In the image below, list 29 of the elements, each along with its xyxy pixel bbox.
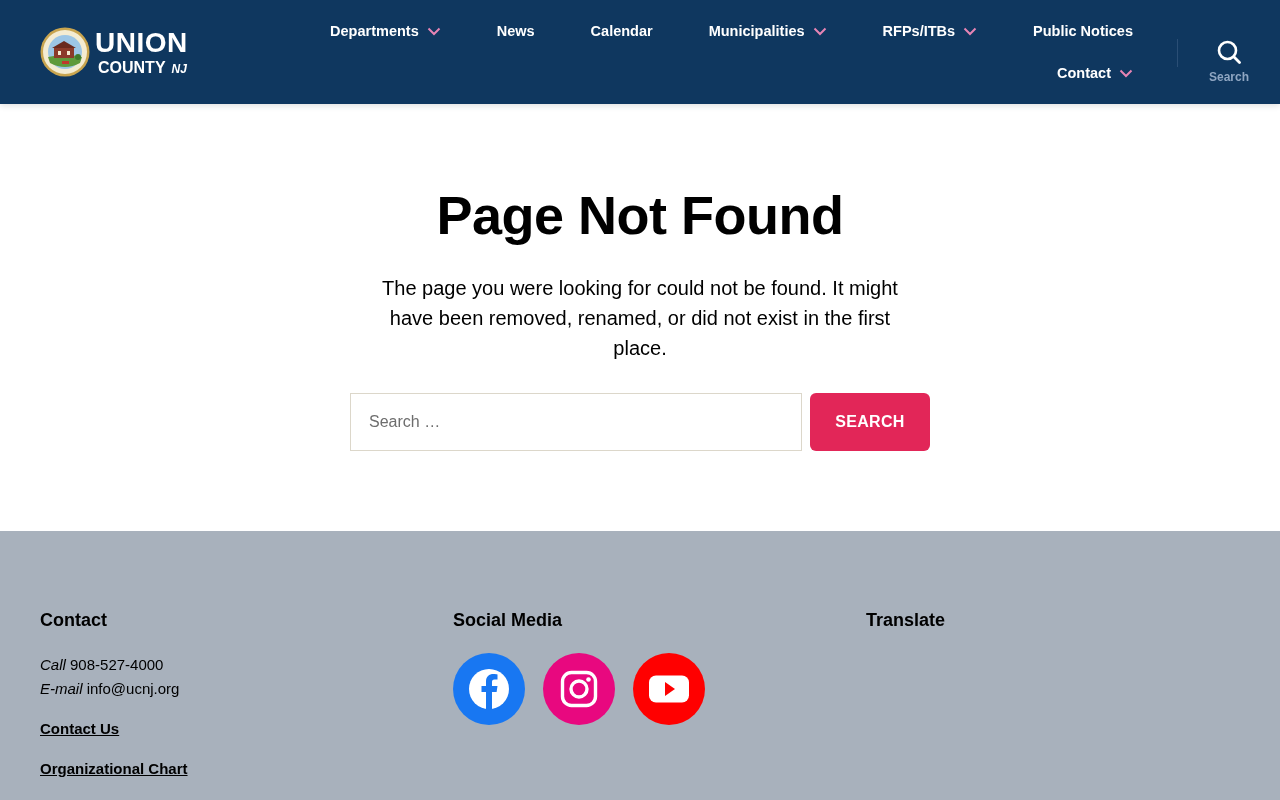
chevron-down-icon[interactable] bbox=[812, 26, 827, 36]
footer-link[interactable]: Organizational Chart bbox=[40, 757, 188, 781]
search-icon bbox=[1217, 40, 1241, 64]
home-link[interactable]: UNION COUNTY NJ bbox=[40, 27, 188, 77]
contact-line: Call 908-527-4000 bbox=[40, 655, 165, 675]
footer-heading: Contact bbox=[40, 609, 107, 632]
nav-link[interactable]: Calendar bbox=[590, 21, 653, 41]
facebook-icon[interactable] bbox=[453, 653, 525, 725]
footer-heading: Translate bbox=[866, 609, 946, 632]
footer-link[interactable]: Contact Us bbox=[40, 717, 120, 741]
nav-link[interactable]: Departments bbox=[330, 21, 419, 41]
search-field[interactable]: Search … bbox=[350, 393, 802, 451]
nav-link[interactable]: Municipalities bbox=[708, 21, 805, 41]
error-message: The page you were looking for could not be found. It might have been removed, renamed, or did not exist in the first place. bbox=[381, 276, 899, 361]
page-title: Page Not Found bbox=[436, 184, 844, 247]
search-toggle[interactable]: Search bbox=[1178, 0, 1280, 104]
nav-link[interactable]: RFPs/ITBs bbox=[882, 21, 956, 41]
nav-link[interactable]: News bbox=[496, 21, 535, 41]
footer-heading: Social Media bbox=[453, 609, 563, 632]
seal-icon bbox=[40, 27, 90, 77]
search-button[interactable]: SEARCH bbox=[810, 393, 930, 451]
nav-link[interactable]: Public Notices bbox=[1033, 21, 1133, 41]
chevron-down-icon[interactable] bbox=[963, 26, 978, 36]
nav-link[interactable]: Contact bbox=[1057, 63, 1111, 83]
youtube-icon[interactable] bbox=[633, 653, 705, 725]
contact-line: E-mail info@ucnj.org bbox=[40, 679, 180, 699]
instagram-icon[interactable] bbox=[543, 653, 615, 725]
chevron-down-icon[interactable] bbox=[426, 26, 441, 36]
chevron-down-icon[interactable] bbox=[1119, 68, 1133, 78]
